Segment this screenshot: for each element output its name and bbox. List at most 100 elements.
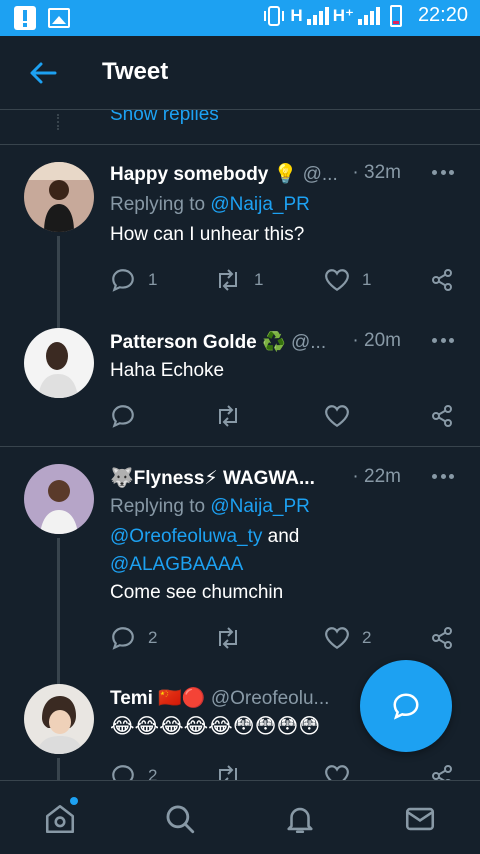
heart-icon: [325, 627, 349, 650]
display-name[interactable]: Patterson Golde ♻️: [110, 332, 286, 353]
heart-icon: [325, 405, 349, 428]
tweet-time: · 22m: [352, 466, 401, 487]
mention-link[interactable]: @ALAGBAAAA: [110, 554, 243, 576]
share-button[interactable]: [430, 762, 454, 780]
mention-link[interactable]: @Oreofeoluwa_ty: [110, 526, 262, 547]
tweet-flyness[interactable]: 🐺Flyness⚡ WAGWA... · 22m Replying to @Na…: [0, 464, 480, 688]
avatar[interactable]: [24, 684, 94, 754]
display-name[interactable]: Temi 🇨🇳🔴: [110, 688, 206, 709]
more-options-icon[interactable]: [432, 170, 454, 176]
thread-line: [57, 758, 60, 780]
notification-dot: [70, 797, 78, 805]
reply-icon: [393, 693, 419, 720]
tweet-actions: 2: [110, 762, 460, 780]
share-icon: [432, 405, 452, 427]
handle: @...: [290, 332, 327, 353]
page-title: Tweet: [102, 58, 169, 85]
image-icon: [48, 8, 70, 28]
tweet-actions: 2 2: [110, 624, 460, 652]
vibrate-icon: [264, 5, 285, 26]
clock: 22:20: [417, 4, 468, 26]
avatar[interactable]: [24, 464, 94, 534]
more-options-icon[interactable]: [432, 338, 454, 344]
tweet-text: How can I unhear this?: [110, 224, 305, 245]
tweet-text: 😂😂😂😂😂😳😳😳😳: [110, 715, 321, 738]
mention-link[interactable]: @Naija_PR: [210, 496, 310, 517]
reply-icon: [112, 269, 134, 292]
reply-button[interactable]: 1: [110, 266, 157, 294]
retweet-count: 1: [254, 270, 264, 289]
back-button[interactable]: [26, 56, 60, 90]
back-arrow-icon: [30, 62, 57, 84]
replying-to: Replying to @Naija_PR: [110, 496, 310, 517]
battery-icon: [389, 4, 402, 27]
tweet-patterson-golde[interactable]: Patterson Golde ♻️ @... · 20m Haha Echok…: [0, 328, 480, 440]
alert-icon: [14, 6, 36, 30]
tweet-text: Haha Echoke: [110, 360, 225, 381]
status-bar: H H⁺ 22:20: [0, 0, 480, 36]
avatar[interactable]: [24, 328, 94, 398]
divider: [0, 446, 480, 447]
reply-count: 2: [148, 628, 158, 647]
share-button[interactable]: [430, 624, 454, 652]
like-count: 1: [362, 270, 372, 289]
reply-button[interactable]: 2: [110, 762, 157, 780]
nav-home[interactable]: [40, 797, 80, 839]
heart-icon: [325, 765, 349, 780]
more-options-icon[interactable]: [432, 474, 454, 480]
divider: [0, 144, 480, 145]
handle: @Oreofeolu...: [210, 688, 330, 709]
like-button[interactable]: [324, 402, 350, 430]
header: Tweet: [0, 36, 480, 110]
retweet-icon: [219, 765, 237, 780]
thread-line: [57, 538, 60, 688]
tweet-time: · 20m: [352, 330, 401, 351]
reply-count: 2: [148, 766, 158, 780]
share-button[interactable]: [430, 266, 454, 294]
share-icon: [432, 269, 452, 291]
home-icon: [45, 804, 75, 834]
like-button[interactable]: 1: [324, 266, 371, 294]
reply-button[interactable]: [110, 402, 136, 430]
retweet-button[interactable]: [214, 762, 242, 780]
tweet-text: Come see chumchin: [110, 582, 284, 603]
retweet-button[interactable]: [214, 402, 242, 430]
display-name[interactable]: Happy somebody 💡: [110, 164, 297, 185]
reply-count: 1: [148, 270, 158, 289]
like-count: 2: [362, 628, 372, 647]
show-replies-link[interactable]: Show replies: [110, 110, 219, 126]
reply-icon: [112, 627, 134, 650]
reply-icon: [112, 765, 134, 780]
search-icon: [166, 805, 195, 834]
handle: @...: [302, 164, 338, 185]
compose-reply-button[interactable]: [360, 660, 452, 752]
retweet-icon: [219, 627, 237, 649]
share-icon: [432, 627, 452, 649]
tweet-time: · 32m: [352, 162, 401, 183]
tweet-happy-somebody[interactable]: Happy somebody 💡 @... · 32m Replying to …: [0, 162, 480, 356]
nav-search[interactable]: [160, 799, 200, 839]
retweet-icon: [219, 405, 237, 427]
tweet-actions: 1 1 1: [110, 266, 460, 294]
heart-icon: [325, 269, 349, 292]
share-icon: [432, 765, 452, 780]
reply-icon: [112, 405, 134, 428]
thread-dots: [57, 114, 59, 130]
display-name[interactable]: 🐺Flyness⚡ WAGWA...: [110, 468, 315, 489]
retweet-icon: [219, 269, 237, 291]
like-button[interactable]: [324, 762, 350, 780]
retweet-button[interactable]: 1: [214, 266, 263, 294]
share-button[interactable]: [430, 402, 454, 430]
retweet-button[interactable]: [214, 624, 242, 652]
network-type-1: H: [290, 5, 303, 25]
replying-to-cont: @Oreofeoluwa_ty and: [110, 526, 300, 547]
network-type-2: H⁺: [332, 5, 354, 25]
signal-icon-2: [357, 6, 380, 25]
signal-icon: [306, 6, 329, 25]
reply-button[interactable]: 2: [110, 624, 157, 652]
nav-messages[interactable]: [400, 799, 440, 839]
avatar[interactable]: [24, 162, 94, 232]
nav-notifications[interactable]: [280, 799, 320, 839]
like-button[interactable]: 2: [324, 624, 371, 652]
mention-link[interactable]: @Naija_PR: [210, 194, 310, 215]
